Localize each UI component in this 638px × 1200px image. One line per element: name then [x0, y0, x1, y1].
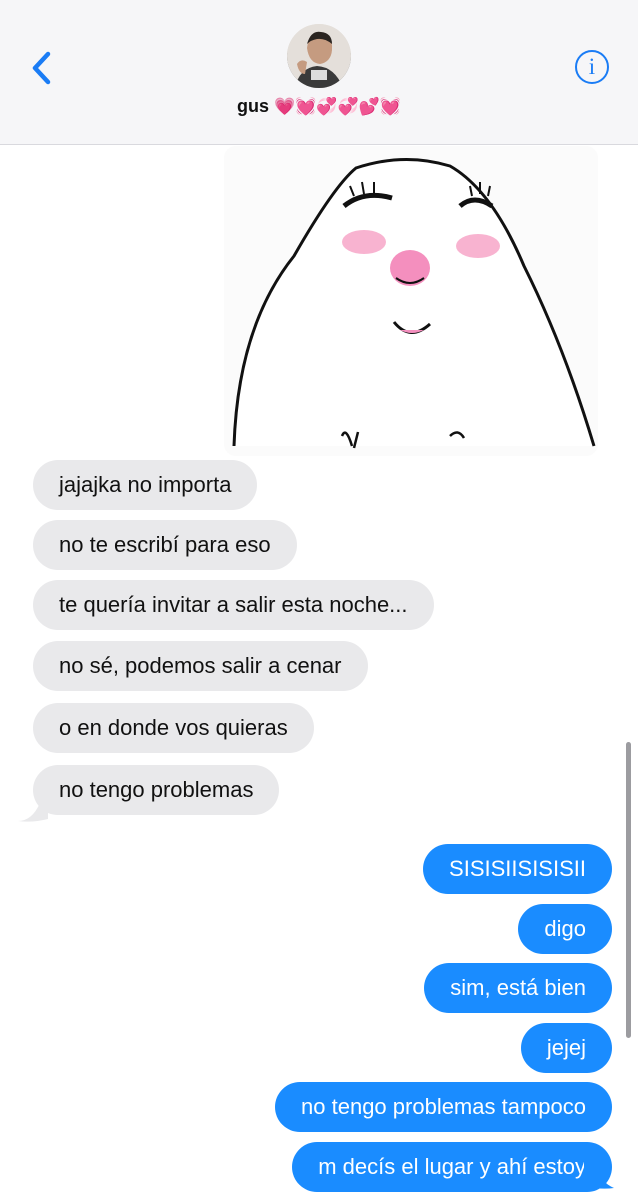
message-text: no tengo problemas	[59, 777, 254, 802]
message-bubble-incoming[interactable]: no te escribí para eso	[33, 520, 297, 570]
message-bubble-outgoing[interactable]: digo	[518, 904, 612, 954]
conversation-header: gus 💗💓💞💞💕💓 i	[0, 0, 638, 145]
info-button[interactable]: i	[575, 50, 609, 84]
contact-name[interactable]: gus 💗💓💞💞💕💓	[0, 96, 638, 117]
message-text: jejej	[546, 1035, 586, 1060]
message-bubble-outgoing[interactable]: SISISIISISISII	[423, 844, 612, 894]
message-text: digo	[544, 916, 586, 941]
message-text: jajajka no importa	[59, 472, 232, 497]
contact-avatar[interactable]	[287, 24, 351, 88]
message-bubble-outgoing[interactable]: no tengo problemas tampoco	[275, 1082, 612, 1132]
contact-photo	[287, 24, 351, 88]
scrollbar[interactable]	[626, 742, 631, 1038]
message-text: sim, está bien	[450, 975, 586, 1000]
outgoing-bubble-tail	[584, 1150, 614, 1189]
back-button[interactable]	[26, 46, 66, 90]
message-text: no tengo problemas tampoco	[301, 1094, 586, 1119]
message-bubble-incoming[interactable]: o en donde vos quieras	[33, 703, 314, 753]
info-icon: i	[588, 54, 596, 79]
message-bubble-incoming[interactable]: te quería invitar a salir esta noche...	[33, 580, 434, 630]
message-bubble-incoming[interactable]: no tengo problemas	[33, 765, 280, 815]
contact-name-text: gus	[236, 96, 269, 116]
message-bubble-incoming[interactable]: jajajka no importa	[33, 460, 258, 510]
message-text: m decís el lugar y ahí estoy	[318, 1154, 586, 1179]
blob-sticker-drawing	[224, 146, 598, 456]
message-text: no te escribí para eso	[59, 532, 271, 557]
incoming-bubble-tail	[18, 795, 48, 822]
message-text: o en donde vos quieras	[59, 715, 288, 740]
message-bubble-incoming[interactable]: no sé, podemos salir a cenar	[33, 641, 368, 691]
message-bubble-outgoing[interactable]: m decís el lugar y ahí estoy	[292, 1142, 612, 1192]
message-text: SISISIISISISII	[449, 856, 586, 881]
message-bubble-outgoing[interactable]: jejej	[520, 1023, 612, 1073]
message-text: no sé, podemos salir a cenar	[59, 653, 342, 678]
message-bubble-outgoing[interactable]: sim, está bien	[424, 963, 612, 1013]
sticker-image[interactable]	[224, 146, 598, 456]
heart-emojis: 💗💓💞💞💕💓	[274, 97, 402, 117]
chevron-left-icon	[32, 51, 51, 85]
message-text: te quería invitar a salir esta noche...	[59, 592, 408, 617]
